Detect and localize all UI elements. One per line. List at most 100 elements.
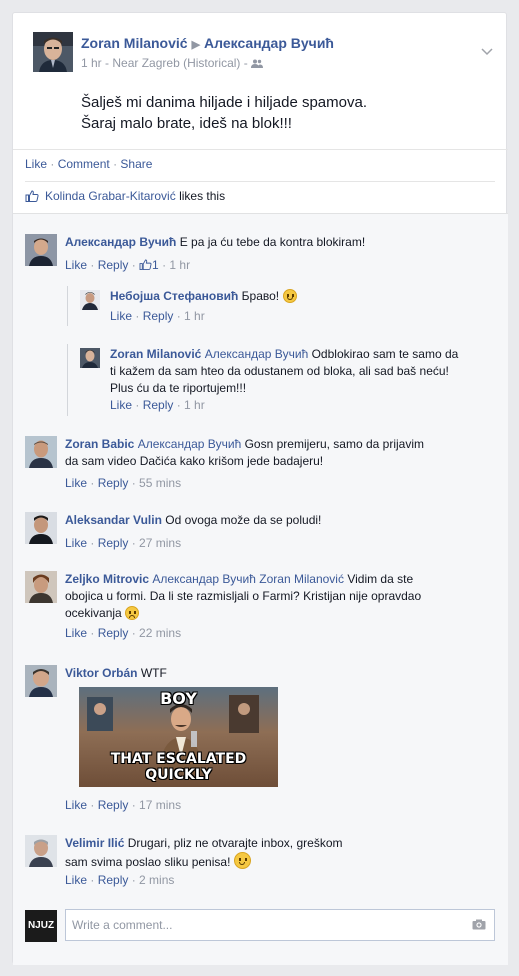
comment-time[interactable]: 27 mins (139, 536, 181, 550)
composer-avatar[interactable]: NJUZ (25, 910, 57, 942)
like-link[interactable]: Like (25, 157, 47, 171)
comment-author-link[interactable]: Zoran Babic (65, 437, 134, 451)
thumbs-up-icon (139, 259, 152, 270)
comment-like-link[interactable]: Like (110, 309, 132, 323)
comment-input-placeholder: Write a comment... (72, 918, 173, 932)
comment-text-1: Odblokirao sam te samo da (311, 347, 459, 361)
liker-name-link[interactable]: Kolinda Grabar-Kitarović (45, 189, 176, 203)
post-target-link[interactable]: Александар Вучић (204, 35, 334, 51)
comment-body: Aleksandar Vulin Od ovoga može da se pol… (65, 512, 465, 552)
comment-reply-link[interactable]: Reply (143, 309, 174, 323)
post-meta: 1 hr - Near Zagreb (Historical) - (81, 56, 264, 70)
comment-link[interactable]: Comment (58, 157, 110, 171)
comment-author-link[interactable]: Александар Вучић (65, 235, 176, 249)
comment-author-link[interactable]: Zoran Milanović (110, 347, 201, 361)
share-link[interactable]: Share (120, 157, 152, 171)
post-header: Zoran Milanović ▶ Александар Вучић 1 hr - … (33, 32, 503, 74)
comment-body: Velimir Ilić Drugari, pliz ne otvarajte … (65, 835, 465, 889)
comment-like-count[interactable]: 1 (152, 258, 159, 272)
comment-mention-link[interactable]: Александар Вучић (152, 572, 256, 586)
commenter-avatar[interactable] (80, 348, 100, 368)
comment-reply-link[interactable]: Reply (98, 258, 129, 272)
comment-body: Zoran Babic Александар Вучић Gosn premij… (65, 436, 465, 492)
friends-audience-icon[interactable] (251, 59, 264, 68)
comment-mention-link[interactable]: Александар Вучић (205, 347, 309, 361)
post-card: Zoran Milanović ▶ Александар Вучић 1 hr - … (12, 12, 508, 965)
commenter-avatar[interactable] (25, 436, 57, 468)
comment-reply-link[interactable]: Reply (98, 476, 129, 490)
comment-meta: Like · Reply · 1 hr (110, 309, 205, 323)
comment-reply-link[interactable]: Reply (98, 798, 129, 812)
comment-meta: Like · Reply · 55 mins (65, 476, 182, 490)
commenter-avatar[interactable] (80, 290, 100, 310)
comment-author-link[interactable]: Небојша Стефановић (110, 289, 238, 303)
comment-text: Браво! (241, 289, 280, 303)
comment-text: Od ovoga može da se poludi! (165, 513, 322, 527)
post-line-2: Šaraj malo brate, ideš na blok!!! (81, 115, 292, 132)
comment-time[interactable]: 2 mins (139, 873, 174, 887)
comment-text: E pa ja ću tebe da kontra blokiram! (179, 235, 366, 249)
blush-emoji-icon (233, 852, 251, 869)
post-location[interactable]: Near Zagreb (Historical) (112, 56, 240, 70)
commenter-avatar[interactable] (25, 571, 57, 603)
comment-like-link[interactable]: Like (65, 476, 87, 490)
comment-time[interactable]: 1 hr (184, 398, 205, 412)
camera-icon[interactable] (472, 919, 486, 930)
thumbs-up-icon (25, 190, 39, 202)
comment-meta: Like · Reply · 22 mins (65, 626, 182, 640)
comment-like-link[interactable]: Like (65, 258, 87, 272)
comment-time[interactable]: 1 hr (169, 258, 190, 272)
post-author-link[interactable]: Zoran Milanović (81, 35, 188, 51)
comment-mention-link[interactable]: Zoran Milanović (259, 572, 344, 586)
comment-reply-link[interactable]: Reply (143, 398, 174, 412)
comment-body: Viktor Orbán WTF (65, 665, 465, 682)
comment-reply-link[interactable]: Reply (98, 536, 129, 550)
commenter-avatar[interactable] (25, 835, 57, 867)
comment-author-link[interactable]: Viktor Orbán (65, 666, 137, 680)
comment-time[interactable]: 17 mins (139, 798, 181, 812)
reply-item: Небојша Стефановић Браво! Like · Reply ·… (67, 286, 497, 326)
comment-author-link[interactable]: Aleksandar Vulin (65, 513, 162, 527)
comment-meta: Like · Reply · 2 mins (65, 873, 175, 887)
smile-emoji-icon (282, 289, 297, 303)
comment-like-link[interactable]: Like (65, 798, 87, 812)
comment-text-1: Gosn premijeru, samo da prijavim (244, 437, 424, 451)
comment-like-link[interactable]: Like (65, 626, 87, 640)
comment-meta: Like · Reply · 27 mins (65, 536, 182, 550)
comment-like-link[interactable]: Like (110, 398, 132, 412)
comment-author-link[interactable]: Velimir Ilić (65, 836, 124, 850)
post-actions: Like · Comment · Share (25, 157, 152, 171)
comment-text-2: ti kažem da sam hteo da odustanem od blo… (110, 364, 449, 378)
chevron-down-icon[interactable] (479, 45, 495, 61)
comment-input[interactable]: Write a comment... (65, 909, 495, 941)
comment-like-link[interactable]: Like (65, 873, 87, 887)
author-avatar[interactable] (33, 32, 73, 72)
commenter-avatar[interactable] (25, 665, 57, 697)
comment-text-1: Vidim da ste (347, 572, 414, 586)
post-time[interactable]: 1 hr (81, 56, 102, 70)
commenter-avatar[interactable] (25, 512, 57, 544)
comments-section: Александар Вучић E pa ja ću tebe da kont… (13, 213, 508, 965)
arrow-right-icon: ▶ (191, 39, 201, 51)
comment-author-link[interactable]: Zeljko Mitrovic (65, 572, 149, 586)
comment-reply-link[interactable]: Reply (98, 873, 129, 887)
comment-reply-link[interactable]: Reply (98, 626, 129, 640)
comment-text-2: da sam video Dačića kako krišom jede bad… (65, 454, 324, 468)
commenter-avatar[interactable] (25, 234, 57, 266)
likes-suffix: likes this (179, 189, 226, 203)
comment-time[interactable]: 1 hr (184, 309, 205, 323)
comment-text: WTF (140, 666, 167, 680)
comment-body: Zoran Milanović Александар Вучић Odbloki… (110, 346, 500, 414)
likes-summary: Kolinda Grabar-Kitarović likes this (25, 189, 225, 203)
meme-image[interactable]: BOY THAT ESCALATED QUICKLY (79, 687, 278, 787)
divider (25, 181, 495, 182)
reply-item: Zoran Milanović Александар Вучић Odbloki… (67, 344, 497, 416)
comment-time[interactable]: 55 mins (139, 476, 181, 490)
comment-mention-link[interactable]: Александар Вучић (138, 437, 242, 451)
sad-emoji-icon (125, 606, 140, 620)
comment-like-link[interactable]: Like (65, 536, 87, 550)
comment-meta: Like · Reply · 17 mins (65, 798, 182, 812)
comment-time[interactable]: 22 mins (139, 626, 181, 640)
comment-body: Небојша Стефановић Браво! Like · Reply ·… (110, 288, 490, 325)
comment-text-2: obojica u formi. Da li ste razmisljali o… (65, 589, 422, 603)
